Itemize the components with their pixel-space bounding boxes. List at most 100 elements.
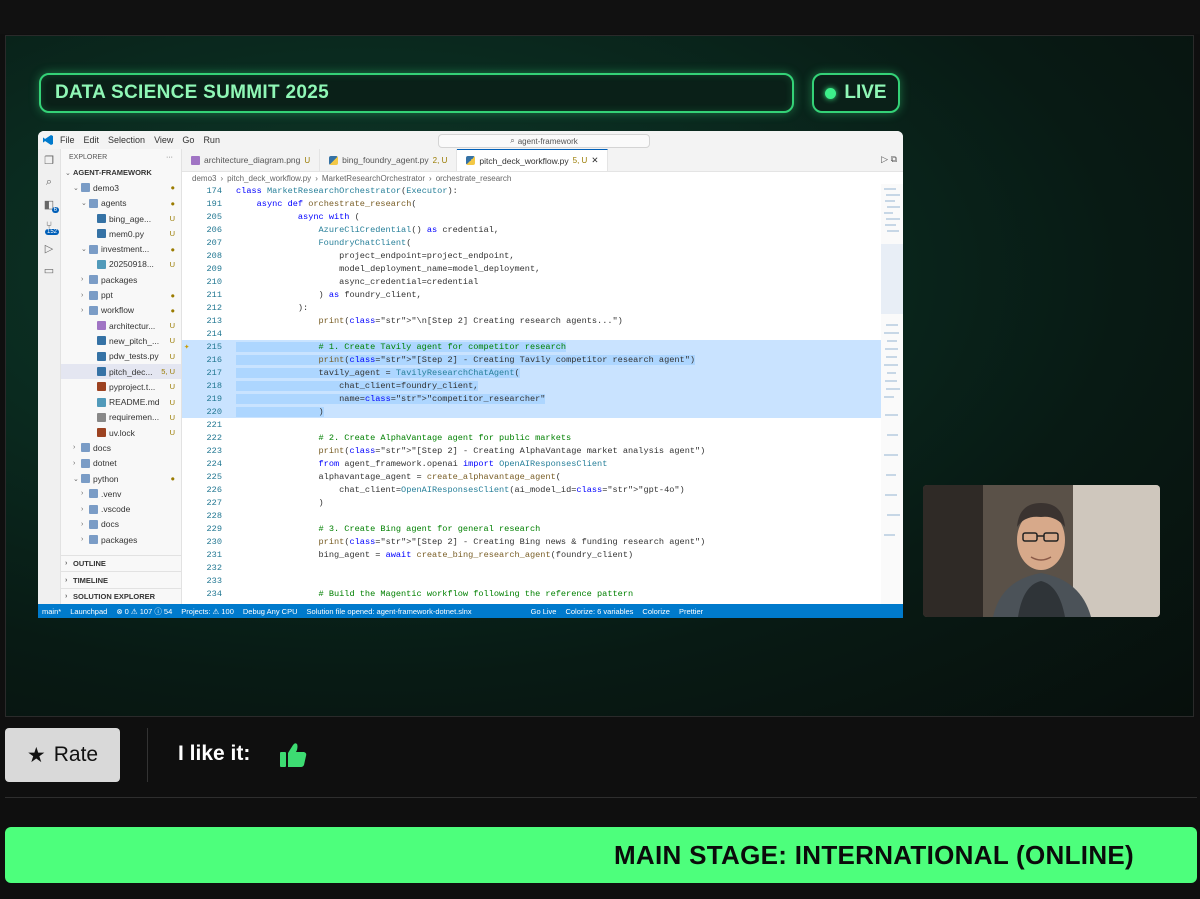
code-line[interactable]: 174 class MarketResearchOrchestrator(Exec… <box>182 184 881 197</box>
tree-item[interactable]: requiremen... U <box>61 410 181 425</box>
tree-item[interactable]: 20250918... U <box>61 257 181 272</box>
source-control-icon[interactable]: ⑂ 152 <box>38 215 60 237</box>
tree-item[interactable]: ⌄ agents ● <box>61 196 181 211</box>
tree-item[interactable]: › packages <box>61 532 181 547</box>
launchpad-item[interactable]: Launchpad <box>70 607 107 616</box>
code-line[interactable]: 205 async with ( <box>182 210 881 223</box>
search-view-icon[interactable]: ⌕ <box>38 171 60 193</box>
sidebar-panel-header[interactable]: › OUTLINE <box>61 555 181 571</box>
close-icon[interactable]: ✕ <box>591 155 598 166</box>
editor-tab[interactable]: architecture_diagram.png U <box>182 149 321 171</box>
code-line[interactable]: 234 # Build the Magentic workflow follow… <box>182 587 881 600</box>
code-view[interactable]: 174 class MarketResearchOrchestrator(Exec… <box>182 184 881 604</box>
tree-item[interactable]: › packages <box>61 272 181 287</box>
run-debug-icon[interactable]: ▷ <box>38 237 60 259</box>
tree-item[interactable]: pdw_tests.py U <box>61 349 181 364</box>
run-icon[interactable]: ▷ <box>881 154 890 164</box>
code-line[interactable]: 212 ): <box>182 301 881 314</box>
code-line[interactable]: 224 from agent_framework.openai import O… <box>182 457 881 470</box>
tree-item[interactable]: README.md U <box>61 394 181 409</box>
editor-tab[interactable]: pitch_deck_workflow.py 5, U ✕ <box>457 149 609 171</box>
code-line[interactable]: 232 <box>182 561 881 574</box>
debug-config[interactable]: Debug Any CPU <box>243 607 298 616</box>
code-line[interactable]: 215 # 1. Create Tavily agent for competi… <box>182 340 881 353</box>
code-line[interactable]: 208 project_endpoint=project_endpoint, <box>182 249 881 262</box>
code-line[interactable]: 229 # 3. Create Bing agent for general r… <box>182 522 881 535</box>
extensions-icon[interactable]: ◧ 6 <box>38 193 60 215</box>
solution-status[interactable]: Solution file opened: agent-framework-do… <box>307 607 472 616</box>
more-actions-icon[interactable]: ··· <box>166 154 173 161</box>
code-line[interactable]: 219 name=class="str">"competitor_researc… <box>182 392 881 405</box>
breadcrumb-item[interactable]: MarketResearchOrchestrator <box>322 174 425 183</box>
code-line[interactable]: 222 # 2. Create AlphaVantage agent for p… <box>182 431 881 444</box>
tree-item[interactable]: pitch_dec... 5, U <box>61 363 181 380</box>
tree-item[interactable]: › docs <box>61 440 181 455</box>
tree-item[interactable]: architectur... U <box>61 318 181 333</box>
copilot-sparkle-icon[interactable]: ✦ <box>184 342 189 352</box>
sidebar-panel-header[interactable]: › SOLUTION EXPLORER <box>61 587 181 604</box>
code-line[interactable]: 191 async def orchestrate_research( <box>182 197 881 210</box>
code-line[interactable]: 209 model_deployment_name=model_deployme… <box>182 262 881 275</box>
code-line[interactable]: 213 print(class="str">"\n[Step 2] Creati… <box>182 314 881 327</box>
menu-item[interactable]: Selection <box>108 135 145 145</box>
menu-item[interactable]: Go <box>182 135 194 145</box>
tree-item[interactable]: › .vscode <box>61 502 181 517</box>
split-editor-icon[interactable]: ⧉ <box>891 154 897 164</box>
projects-indicator[interactable]: Projects: ⚠ 100 <box>181 607 234 616</box>
tree-item[interactable]: ⌄ investment... ● <box>61 241 181 256</box>
menu-item[interactable]: Edit <box>84 135 100 145</box>
menu-item[interactable]: Run <box>203 135 220 145</box>
code-line[interactable]: 217 tavily_agent = TavilyResearchChatAge… <box>182 366 881 379</box>
sidebar-panel-header[interactable]: › TIMELINE <box>61 571 181 587</box>
code-line[interactable]: 226 chat_client=OpenAIResponsesClient(ai… <box>182 483 881 496</box>
menu-item[interactable]: View <box>154 135 173 145</box>
code-line[interactable]: 210 async_credential=credential <box>182 275 881 288</box>
code-line[interactable]: 225 alphavantage_agent = create_alphavan… <box>182 470 881 483</box>
problems-indicator[interactable]: ⊗ 0 ⚠ 107 ⓘ 54 <box>116 606 172 617</box>
command-search[interactable]: ⌕ agent-framework <box>438 134 650 148</box>
breadcrumb-item[interactable]: demo3 <box>192 174 216 183</box>
tree-item[interactable]: › ppt ● <box>61 287 181 302</box>
tree-item[interactable]: uv.lock U <box>61 425 181 440</box>
code-line[interactable]: 231 bing_agent = await create_bing_resea… <box>182 548 881 561</box>
code-line[interactable]: 228 <box>182 509 881 522</box>
tree-item[interactable]: new_pitch_... U <box>61 333 181 348</box>
code-line[interactable]: 216 print(class="str">"[Step 2] - Creati… <box>182 353 881 366</box>
go-live-button[interactable]: Go Live <box>531 607 557 616</box>
code-line[interactable]: 230 print(class="str">"[Step 2] - Creati… <box>182 535 881 548</box>
tree-item[interactable]: › dotnet <box>61 456 181 471</box>
breadcrumb-item[interactable]: orchestrate_research <box>436 174 512 183</box>
code-line[interactable]: 214 <box>182 327 881 340</box>
editor-actions: ▷ ⧉ <box>881 154 897 165</box>
code-line[interactable]: 227 ) <box>182 496 881 509</box>
prettier-button[interactable]: Prettier <box>679 607 703 616</box>
tree-item[interactable]: ⌄ AGENT-FRAMEWORK <box>61 165 181 180</box>
code-line[interactable]: 206 AzureCliCredential() as credential, <box>182 223 881 236</box>
tree-item[interactable]: ⌄ python ● <box>61 471 181 486</box>
breadcrumb-item[interactable]: pitch_deck_workflow.py <box>227 174 311 183</box>
code-line[interactable]: 221 <box>182 418 881 431</box>
colorize-button[interactable]: Colorize <box>642 607 670 616</box>
explorer-icon[interactable]: ❐ <box>38 149 60 171</box>
editor-tab[interactable]: bing_foundry_agent.py 2, U <box>320 149 458 171</box>
tree-item[interactable]: mem0.py U <box>61 226 181 241</box>
minimap[interactable] <box>881 184 903 604</box>
code-line[interactable]: 207 FoundryChatClient( <box>182 236 881 249</box>
code-line[interactable]: 218 chat_client=foundry_client, <box>182 379 881 392</box>
branch-indicator[interactable]: main* <box>42 607 61 616</box>
code-line[interactable]: 223 print(class="str">"[Step 2] - Creati… <box>182 444 881 457</box>
tree-item[interactable]: bing_age... U <box>61 211 181 226</box>
code-line[interactable]: 220 ) <box>182 405 881 418</box>
tree-item[interactable]: › workflow ● <box>61 303 181 318</box>
code-line[interactable]: 211 ) as foundry_client, <box>182 288 881 301</box>
tree-item[interactable]: pyproject.t... U <box>61 379 181 394</box>
colorize-status[interactable]: Colorize: 6 variables <box>565 607 633 616</box>
terminal-icon[interactable]: ▭ <box>38 259 60 281</box>
rate-button[interactable]: ★ Rate <box>5 728 120 782</box>
tree-item[interactable]: ⌄ demo3 ● <box>61 180 181 195</box>
menu-item[interactable]: File <box>60 135 75 145</box>
tree-item[interactable]: › .venv <box>61 486 181 501</box>
thumbs-up-icon[interactable] <box>279 742 307 773</box>
tree-item[interactable]: › docs <box>61 517 181 532</box>
code-line[interactable]: 233 <box>182 574 881 587</box>
